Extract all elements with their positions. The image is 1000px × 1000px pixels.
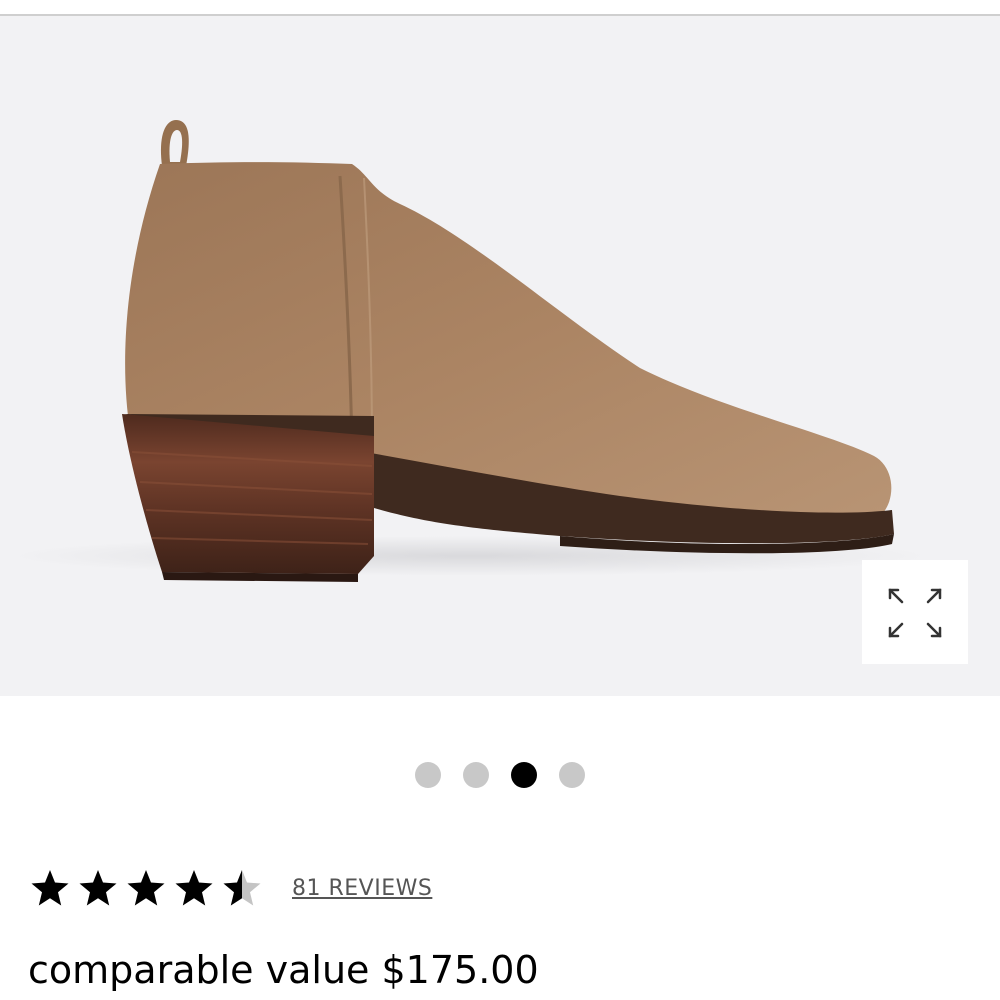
star-rating [30,868,270,908]
product-image-carousel[interactable] [0,16,1000,696]
expand-arrows-icon [888,588,942,638]
reviews-link[interactable]: 81 REVIEWS [292,876,432,901]
product-page: 81 REVIEWS comparable value $175.00 [0,0,1000,1000]
star-icon-full [31,870,69,906]
star-icon-full [127,870,165,906]
gallery-dot-2[interactable] [463,762,489,788]
zoom-button[interactable] [862,560,968,664]
ankle-boot-photo [10,120,930,582]
comparable-value-price: comparable value $175.00 [28,948,539,992]
gallery-pagination [0,760,1000,790]
header-divider [0,0,1000,16]
gallery-dot-4[interactable] [559,762,585,788]
star-icon-full [175,870,213,906]
star-icon-half [223,870,261,906]
gallery-dot-3-active[interactable] [511,762,537,788]
rating-row: 81 REVIEWS [30,864,432,912]
star-icon-full [79,870,117,906]
gallery-dot-1[interactable] [415,762,441,788]
